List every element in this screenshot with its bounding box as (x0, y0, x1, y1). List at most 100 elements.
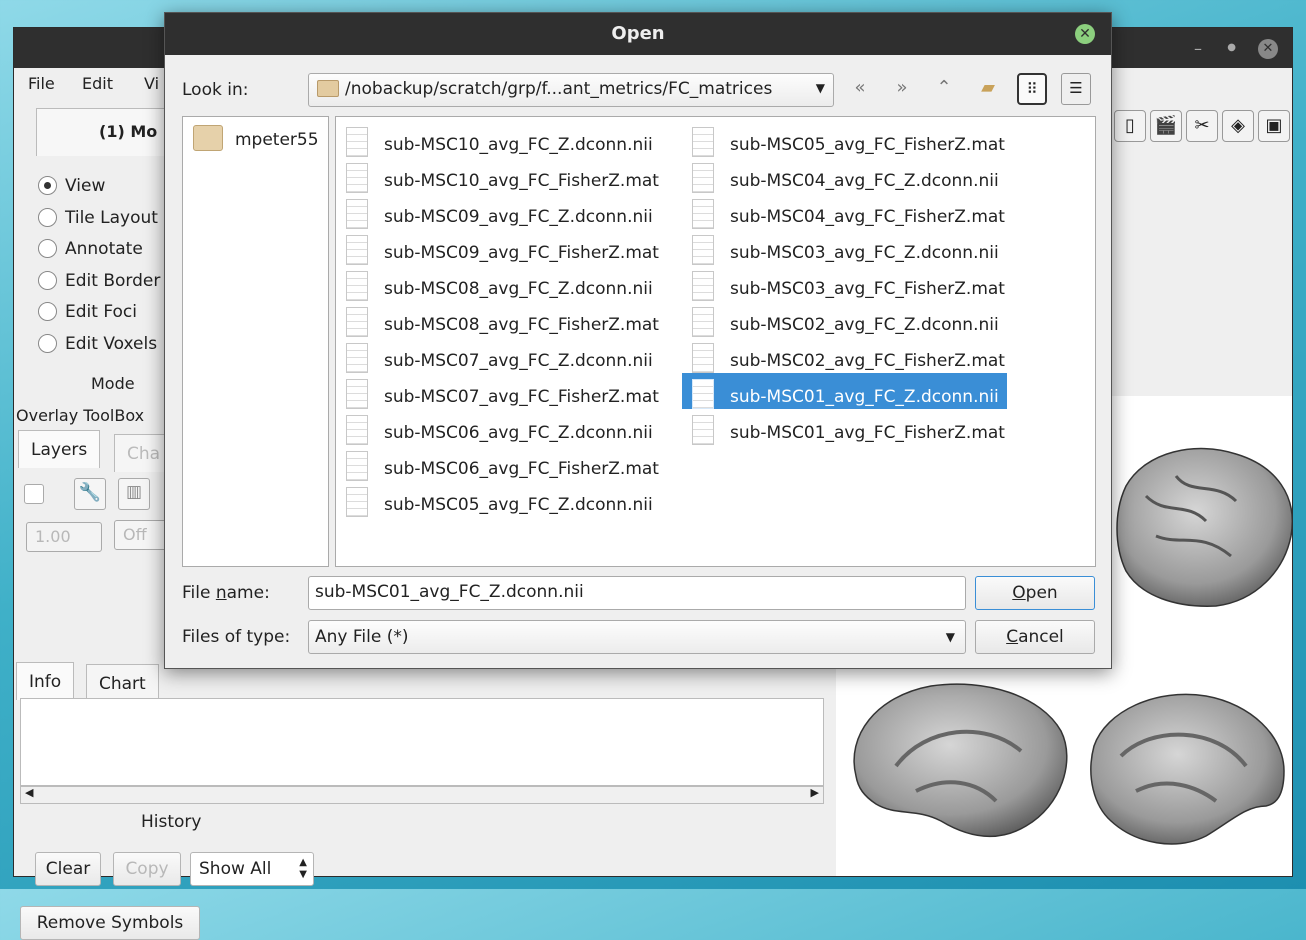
open-file-dialog: Open ✕ Look in: /nobackup/scratch/grp/f.… (164, 12, 1112, 669)
file-item[interactable]: sub-MSC05_avg_FC_Z.dconn.nii (336, 481, 661, 517)
file-name: sub-MSC04_avg_FC_Z.dconn.nii (730, 171, 999, 191)
close-icon[interactable]: ✕ (1075, 24, 1095, 44)
file-name: sub-MSC05_avg_FC_Z.dconn.nii (384, 495, 653, 515)
remove-symbols-button[interactable]: Remove Symbols (20, 906, 200, 940)
file-item[interactable]: sub-MSC07_avg_FC_Z.dconn.nii (336, 337, 661, 373)
clear-button[interactable]: Clear (35, 852, 101, 886)
file-item[interactable]: sub-MSC09_avg_FC_FisherZ.mat (336, 229, 667, 265)
file-item[interactable]: sub-MSC02_avg_FC_FisherZ.mat (682, 337, 1013, 373)
clapperboard-icon[interactable]: 🎬 (1150, 110, 1182, 142)
brain-medial-surface-left (853, 683, 1068, 838)
menu-edit[interactable]: Edit (82, 74, 113, 93)
icon-view-icon[interactable]: ⠿ (1017, 73, 1047, 105)
copy-button[interactable]: Copy (113, 852, 181, 886)
files-of-type-label: Files of type: (182, 627, 291, 647)
file-item[interactable]: sub-MSC02_avg_FC_Z.dconn.nii (682, 301, 1007, 337)
file-item[interactable]: sub-MSC06_avg_FC_Z.dconn.nii (336, 409, 661, 445)
open-button[interactable]: Open (975, 576, 1095, 610)
mode-view-radio[interactable]: View (38, 176, 105, 200)
file-name: sub-MSC10_avg_FC_Z.dconn.nii (384, 135, 653, 155)
document-icon (346, 235, 368, 265)
mode-edit-foci-radio[interactable]: Edit Foci (38, 302, 137, 326)
document-icon (346, 307, 368, 337)
layers-icon[interactable]: ◈ (1222, 110, 1254, 142)
file-list: sub-MSC10_avg_FC_Z.dconn.nii sub-MSC10_a… (335, 116, 1096, 567)
tab-info[interactable]: Info (16, 662, 75, 700)
radio-checked-icon (38, 176, 57, 195)
mode-annotate-radio[interactable]: Annotate (38, 239, 143, 263)
file-item[interactable]: sub-MSC08_avg_FC_Z.dconn.nii (336, 265, 661, 301)
file-item[interactable]: sub-MSC10_avg_FC_Z.dconn.nii (336, 121, 661, 157)
layer-enable-checkbox[interactable] (24, 484, 44, 504)
dialog-title: Open (611, 23, 665, 44)
mode-label: Edit Border (65, 271, 161, 291)
scroll-left-icon[interactable]: ◀ (25, 786, 33, 799)
brain-medial-surface-right (1090, 693, 1285, 845)
menu-file[interactable]: File (28, 74, 55, 93)
document-icon[interactable]: ▯ (1114, 110, 1146, 142)
document-icon (692, 199, 714, 229)
file-item[interactable]: sub-MSC03_avg_FC_FisherZ.mat (682, 265, 1013, 301)
file-name: sub-MSC02_avg_FC_FisherZ.mat (730, 351, 1005, 371)
wrench-icon[interactable]: 🔧 (74, 478, 106, 510)
close-icon[interactable]: ✕ (1258, 39, 1278, 59)
back-icon[interactable]: « (845, 73, 875, 105)
maximize-icon[interactable]: ● (1227, 42, 1236, 53)
file-name: sub-MSC05_avg_FC_FisherZ.mat (730, 135, 1005, 155)
files-of-type-select[interactable]: Any File (*) ▼ (308, 620, 966, 654)
file-name: sub-MSC07_avg_FC_FisherZ.mat (384, 387, 659, 407)
parent-folder-icon[interactable]: ⌃ (929, 73, 959, 105)
show-select[interactable]: Show All ▲ ▼ (190, 852, 314, 886)
info-text-area[interactable] (20, 698, 824, 786)
radio-icon (38, 334, 57, 353)
look-in-path: /nobackup/scratch/grp/f...ant_metrics/FC… (345, 79, 773, 99)
minimize-icon[interactable]: – (1194, 39, 1202, 58)
file-name-input[interactable]: sub-MSC01_avg_FC_Z.dconn.nii (308, 576, 966, 610)
file-item[interactable]: sub-MSC09_avg_FC_Z.dconn.nii (336, 193, 661, 229)
open-button-label: pen (1025, 583, 1058, 603)
spin-arrows-icon[interactable]: ▲ ▼ (299, 857, 307, 881)
folder-icon (317, 80, 339, 97)
file-item-selected[interactable]: sub-MSC01_avg_FC_Z.dconn.nii (682, 373, 1007, 409)
tab-chart[interactable]: Chart (86, 664, 159, 702)
forward-icon[interactable]: » (887, 73, 917, 105)
detail-view-icon[interactable]: ☰ (1061, 73, 1091, 105)
tools-icon[interactable]: ✂ (1186, 110, 1218, 142)
file-name-label-mnemonic: n (215, 583, 227, 603)
file-name: sub-MSC06_avg_FC_FisherZ.mat (384, 459, 659, 479)
menu-view[interactable]: Vi (144, 74, 159, 93)
radio-icon (38, 302, 57, 321)
file-item[interactable]: sub-MSC01_avg_FC_FisherZ.mat (682, 409, 1013, 445)
tab-layers[interactable]: Layers (18, 430, 101, 468)
history-label: History (141, 812, 202, 832)
scroll-right-icon[interactable]: ▶ (811, 786, 819, 799)
sidebar-item-home[interactable]: mpeter55 (193, 125, 319, 151)
file-item[interactable]: sub-MSC07_avg_FC_FisherZ.mat (336, 373, 667, 409)
document-icon (346, 163, 368, 193)
dialog-titlebar: Open ✕ (165, 13, 1111, 55)
horizontal-scrollbar[interactable]: ◀ ▶ (20, 786, 824, 804)
file-item[interactable]: sub-MSC10_avg_FC_FisherZ.mat (336, 157, 667, 193)
opacity-spinbox[interactable]: 1.00 (26, 522, 102, 552)
look-in-combo[interactable]: /nobackup/scratch/grp/f...ant_metrics/FC… (308, 73, 834, 107)
file-item[interactable]: sub-MSC03_avg_FC_Z.dconn.nii (682, 229, 1007, 265)
document-icon (346, 451, 368, 481)
cancel-button[interactable]: Cancel (975, 620, 1095, 654)
palette-icon[interactable]: ▥ (118, 478, 150, 510)
file-item[interactable]: sub-MSC06_avg_FC_FisherZ.mat (336, 445, 667, 481)
folder-icon (193, 125, 223, 151)
document-icon (346, 199, 368, 229)
file-item[interactable]: sub-MSC05_avg_FC_FisherZ.mat (682, 121, 1013, 157)
file-name: sub-MSC08_avg_FC_Z.dconn.nii (384, 279, 653, 299)
new-folder-icon[interactable]: ▰ (973, 73, 1003, 105)
mode-edit-border-radio[interactable]: Edit Border (38, 271, 160, 295)
toolbox-icon[interactable]: ▣ (1258, 110, 1290, 142)
file-item[interactable]: sub-MSC04_avg_FC_FisherZ.mat (682, 193, 1013, 229)
document-icon (692, 163, 714, 193)
mode-tile-layout-radio[interactable]: Tile Layout (38, 208, 158, 232)
off-selector[interactable]: Off (114, 520, 170, 550)
file-item[interactable]: sub-MSC08_avg_FC_FisherZ.mat (336, 301, 667, 337)
mode-edit-voxels-radio[interactable]: Edit Voxels (38, 334, 157, 358)
mode-label: Edit Foci (65, 302, 137, 322)
file-item[interactable]: sub-MSC04_avg_FC_Z.dconn.nii (682, 157, 1007, 193)
